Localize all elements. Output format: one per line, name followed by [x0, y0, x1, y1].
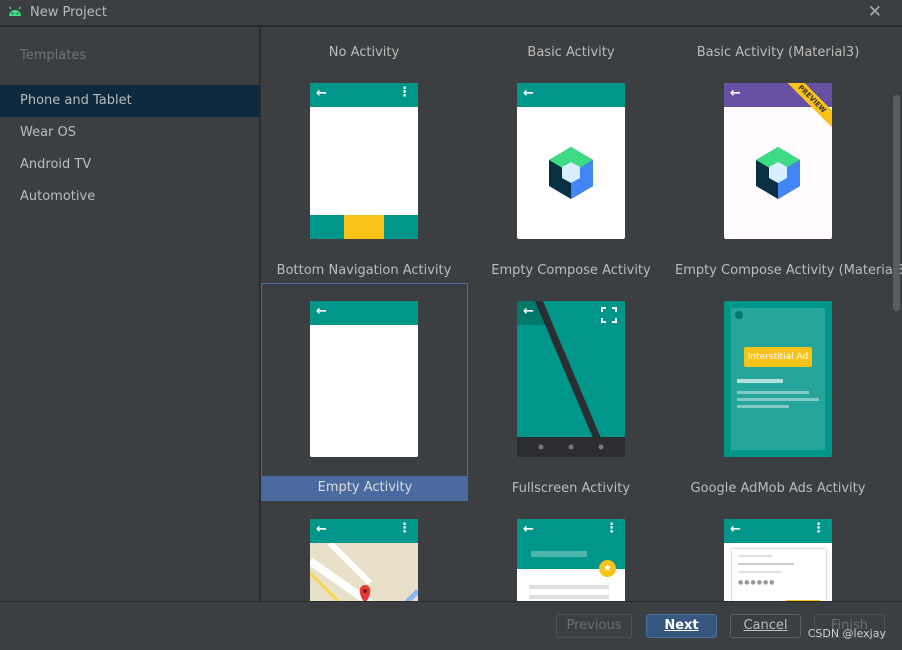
- back-arrow-icon: ←: [316, 86, 327, 101]
- template-label: No Activity: [328, 45, 400, 60]
- password-dots: ●●●●●●: [738, 579, 776, 586]
- app-bar: ←: [310, 301, 418, 325]
- jetpack-compose-logo-icon: [756, 147, 800, 199]
- star-fab-icon: ★: [599, 560, 616, 577]
- preview-empty-compose-material3: ← PREVIEW: [724, 83, 832, 239]
- sidebar-item-phone-and-tablet[interactable]: Phone and Tablet: [0, 85, 260, 117]
- interstitial-ad-label: Interstitial Ad: [747, 352, 809, 362]
- next-button[interactable]: Next: [646, 614, 717, 638]
- back-arrow-icon: ←: [523, 304, 534, 319]
- cancel-button[interactable]: Cancel: [730, 614, 801, 638]
- android-icon: [8, 6, 22, 16]
- preview-scrolling: ← ⋮ ★: [517, 519, 625, 601]
- template-bottom-navigation-activity[interactable]: Bottom Navigation Activity: [261, 245, 467, 285]
- jetpack-compose-logo-icon: [549, 147, 593, 199]
- template-google-admob-ads-activity[interactable]: Google AdMob Ads Activity: [675, 463, 881, 503]
- sidebar-item-label: Android TV: [20, 157, 92, 172]
- map-graphic: [310, 543, 418, 601]
- template-fullscreen-activity[interactable]: Fullscreen Activity: [468, 463, 674, 503]
- button-bar: Previous Next Cancel Finish CSDN @lexjay: [0, 601, 902, 650]
- bottom-nav-selected-tab: [344, 215, 384, 239]
- templates-sidebar: Templates Phone and Tablet Wear OS Andro…: [0, 27, 260, 601]
- watermark: CSDN @lexjay: [807, 627, 886, 640]
- fullscreen-diagonal-graphic: [517, 301, 625, 457]
- template-label: Empty Compose Activity: [491, 263, 651, 278]
- text-line: [738, 571, 782, 573]
- preview-empty-activity: ←: [310, 301, 418, 457]
- text-line: [529, 585, 609, 589]
- ad-close-dot: [735, 311, 743, 319]
- ad-text-line: [737, 379, 783, 383]
- preview-google-maps: ← ⋮: [310, 519, 418, 601]
- template-label: Basic Activity (Material3): [696, 45, 860, 60]
- sidebar-item-automotive[interactable]: Automotive: [0, 181, 260, 213]
- overflow-menu-icon: ⋮: [398, 521, 411, 536]
- text-line: [529, 595, 609, 599]
- back-arrow-icon: ←: [523, 522, 534, 537]
- email-line: [738, 563, 794, 565]
- back-arrow-icon: ←: [523, 86, 534, 101]
- ad-text-line: [737, 391, 809, 394]
- text-line: [738, 555, 772, 557]
- title-placeholder: [531, 551, 587, 557]
- interstitial-ad-button: Interstitial Ad: [744, 347, 812, 367]
- template-empty-compose-activity-material3[interactable]: Empty Compose Activity (Material3): [675, 245, 902, 285]
- template-gallery: No Activity Basic Activity Basic Activit…: [261, 27, 902, 601]
- sidebar-item-label: Automotive: [20, 189, 96, 204]
- sidebar-item-wear-os[interactable]: Wear OS: [0, 117, 260, 149]
- template-label: Empty Activity: [317, 480, 413, 495]
- close-icon[interactable]: ✕: [868, 2, 882, 22]
- template-label: Empty Compose Activity (Material3): [675, 263, 902, 278]
- app-bar: ← ⋮: [724, 519, 832, 543]
- title-bar: New Project ✕: [0, 0, 902, 26]
- preview-bottom-navigation: ← ⋮: [310, 83, 418, 239]
- fullscreen-expand-icon: [601, 307, 617, 323]
- overflow-menu-icon: ⋮: [398, 85, 411, 100]
- app-bar: ← ⋮: [310, 519, 418, 543]
- template-empty-compose-activity[interactable]: Empty Compose Activity: [468, 245, 674, 285]
- app-bar: ←: [517, 83, 625, 107]
- sidebar-item-android-tv[interactable]: Android TV: [0, 149, 260, 181]
- template-label: Bottom Navigation Activity: [276, 263, 452, 278]
- ad-text-line: [737, 405, 789, 408]
- overflow-menu-icon: ⋮: [812, 521, 825, 536]
- template-label: Basic Activity: [527, 45, 615, 60]
- template-label: Fullscreen Activity: [511, 481, 631, 496]
- preview-login: ← ⋮ ●●●●●●: [724, 519, 832, 601]
- vertical-scrollbar[interactable]: [893, 95, 900, 311]
- preview-admob: Interstitial Ad: [724, 301, 832, 457]
- previous-button[interactable]: Previous: [556, 614, 632, 638]
- sidebar-item-label: Phone and Tablet: [20, 93, 132, 108]
- sidebar-heading: Templates: [20, 48, 87, 63]
- preview-empty-compose: ←: [517, 83, 625, 239]
- window-title: New Project: [30, 5, 107, 20]
- overflow-menu-icon: ⋮: [605, 521, 618, 536]
- template-label: Google AdMob Ads Activity: [690, 481, 866, 496]
- back-arrow-icon: ←: [316, 304, 327, 319]
- template-empty-activity[interactable]: ← Empty Activity: [261, 283, 468, 501]
- back-arrow-icon: ←: [730, 86, 741, 101]
- sidebar-item-label: Wear OS: [20, 125, 77, 140]
- app-bar: ← ⋮: [310, 83, 418, 107]
- preview-fullscreen: ←: [517, 301, 625, 457]
- ad-text-line: [737, 398, 819, 401]
- back-arrow-icon: ←: [730, 522, 741, 537]
- back-arrow-icon: ←: [316, 522, 327, 537]
